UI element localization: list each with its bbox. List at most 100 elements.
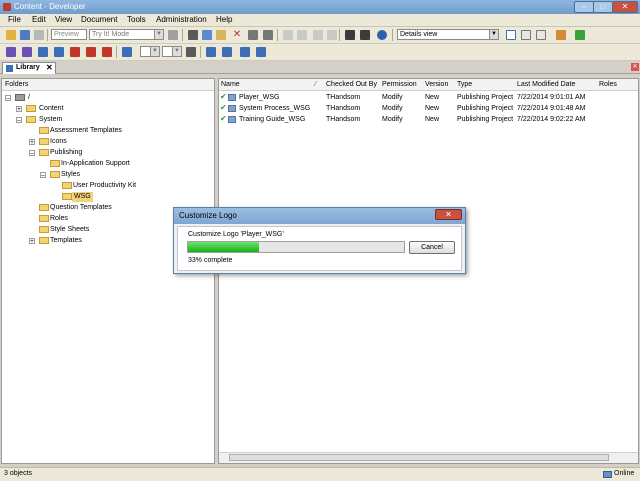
- layout-split-icon[interactable]: [521, 30, 531, 40]
- cell-name: System Process_WSG: [239, 105, 311, 112]
- menu-help[interactable]: Help: [216, 15, 232, 25]
- paste-icon[interactable]: [216, 30, 226, 40]
- collapse-icon[interactable]: –: [40, 172, 46, 179]
- find-icon[interactable]: [263, 30, 273, 40]
- collapse-icon[interactable]: –: [5, 95, 11, 102]
- close-tab-icon[interactable]: ✕: [46, 63, 53, 73]
- new-icon[interactable]: [6, 30, 16, 40]
- expand-icon[interactable]: +: [16, 106, 22, 113]
- expand-icon[interactable]: +: [29, 139, 35, 146]
- cell-version: New: [425, 116, 440, 123]
- close-icon[interactable]: ✕: [631, 63, 639, 71]
- chevron-down-icon: ▼: [154, 30, 163, 39]
- app-icon: [3, 3, 11, 11]
- column-name[interactable]: Name: [221, 79, 240, 90]
- tree-item-root[interactable]: – /: [5, 93, 205, 103]
- publish-icon[interactable]: [556, 30, 566, 40]
- dialog-close-button[interactable]: ✕: [435, 209, 462, 220]
- tree-item-system[interactable]: – System: [16, 115, 206, 125]
- column-last-modified[interactable]: Last Modified Date: [517, 79, 575, 90]
- tree-item-wsg[interactable]: WSG: [52, 192, 202, 202]
- chevron-down-icon: ▼: [150, 47, 159, 56]
- collapse-icon[interactable]: –: [29, 150, 35, 157]
- minimize-button[interactable]: –: [574, 1, 594, 13]
- view-select-text: Details view: [400, 31, 438, 38]
- spell-check-icon[interactable]: [360, 30, 370, 40]
- section-icon[interactable]: [22, 47, 32, 57]
- column-checked-out-by[interactable]: Checked Out By: [326, 79, 377, 90]
- table-row[interactable]: ✔ Player_WSG THandsom Modify New Publish…: [219, 92, 638, 103]
- tree-item-assessment-templates[interactable]: Assessment Templates: [29, 126, 209, 136]
- column-roles[interactable]: Roles: [599, 79, 617, 90]
- table-row[interactable]: ✔ Training Guide_WSG THandsom Modify New…: [219, 114, 638, 125]
- cell-checked-out-by: THandsom: [326, 94, 361, 101]
- cell-modified: 7/22/2014 9:01:48 AM: [517, 105, 586, 112]
- preview-button[interactable]: Preview: [51, 29, 87, 40]
- layout-single-icon[interactable]: [506, 30, 516, 40]
- delete-icon[interactable]: ✕: [232, 30, 242, 40]
- publishing-project-icon: [228, 105, 236, 112]
- folder-icon: [39, 204, 49, 211]
- close-window-button[interactable]: ✕: [612, 1, 638, 13]
- package-icon[interactable]: [70, 47, 80, 57]
- insert-select[interactable]: ▼: [140, 46, 160, 57]
- save-icon[interactable]: [20, 30, 30, 40]
- assessment-icon[interactable]: [86, 47, 96, 57]
- expand-icon[interactable]: +: [29, 238, 35, 245]
- help-icon[interactable]: [377, 30, 387, 40]
- column-type[interactable]: Type: [457, 79, 472, 90]
- dialog-title-bar: Customize Logo ✕: [174, 208, 465, 224]
- column-version[interactable]: Version: [425, 79, 448, 90]
- link-icon[interactable]: [122, 47, 132, 57]
- question-icon[interactable]: [102, 47, 112, 57]
- folder-icon: [39, 127, 49, 134]
- refresh-icon[interactable]: [575, 30, 585, 40]
- topic-icon[interactable]: [38, 47, 48, 57]
- tree-item-styles[interactable]: – Styles: [40, 170, 210, 180]
- column-header-row: Name ⁄ Checked Out By Permission Version…: [219, 79, 638, 91]
- maximize-button[interactable]: □: [593, 1, 613, 13]
- tree-item-publishing[interactable]: – Publishing: [29, 148, 209, 158]
- redo-icon[interactable]: [297, 30, 307, 40]
- web-page-icon[interactable]: [54, 47, 64, 57]
- tab-library[interactable]: Library ✕: [2, 62, 56, 74]
- table-row[interactable]: ✔ System Process_WSG THandsom Modify New…: [219, 103, 638, 114]
- toolbar-separator: [47, 29, 48, 41]
- view-select[interactable]: Details view ▼: [397, 29, 499, 40]
- tree-label: Roles: [50, 215, 68, 222]
- check-in-icon[interactable]: [206, 47, 216, 57]
- glossary-select[interactable]: ▼: [162, 46, 182, 57]
- print-icon[interactable]: [34, 30, 44, 40]
- layout-columns-icon[interactable]: [536, 30, 546, 40]
- mode-select[interactable]: Try It! Mode ▼: [89, 29, 164, 40]
- indent-icon[interactable]: [327, 30, 337, 40]
- cut-icon[interactable]: [188, 30, 198, 40]
- collapse-icon[interactable]: –: [16, 117, 22, 124]
- undo-icon[interactable]: [283, 30, 293, 40]
- outdent-icon[interactable]: [313, 30, 323, 40]
- document-icon[interactable]: [186, 47, 196, 57]
- tree-item-user-productivity-kit[interactable]: User Productivity Kit: [52, 181, 202, 191]
- menu-file[interactable]: File: [8, 15, 21, 25]
- binoculars-icon[interactable]: [345, 30, 355, 40]
- menu-edit[interactable]: Edit: [32, 15, 46, 25]
- tree-label: User Productivity Kit: [73, 182, 137, 189]
- tree-item-content[interactable]: + Content: [16, 104, 206, 114]
- menu-administration[interactable]: Administration: [156, 15, 207, 25]
- related-documents-icon[interactable]: [256, 47, 266, 57]
- history-icon[interactable]: [240, 47, 250, 57]
- tree-item-icons[interactable]: + Icons: [29, 137, 209, 147]
- check-out-icon[interactable]: [222, 47, 232, 57]
- record-icon[interactable]: [168, 30, 178, 40]
- menu-view[interactable]: View: [55, 15, 72, 25]
- column-permission[interactable]: Permission: [382, 79, 417, 90]
- module-icon[interactable]: [6, 47, 16, 57]
- menu-document[interactable]: Document: [81, 15, 117, 25]
- tree-item-in-application-support[interactable]: In-Application Support: [40, 159, 210, 169]
- cancel-button[interactable]: Cancel: [409, 241, 455, 254]
- copy-icon[interactable]: [202, 30, 212, 40]
- menu-tools[interactable]: Tools: [127, 15, 146, 25]
- properties-icon[interactable]: [248, 30, 258, 40]
- scrollbar-thumb[interactable]: [229, 454, 609, 461]
- horizontal-scrollbar[interactable]: [219, 452, 638, 463]
